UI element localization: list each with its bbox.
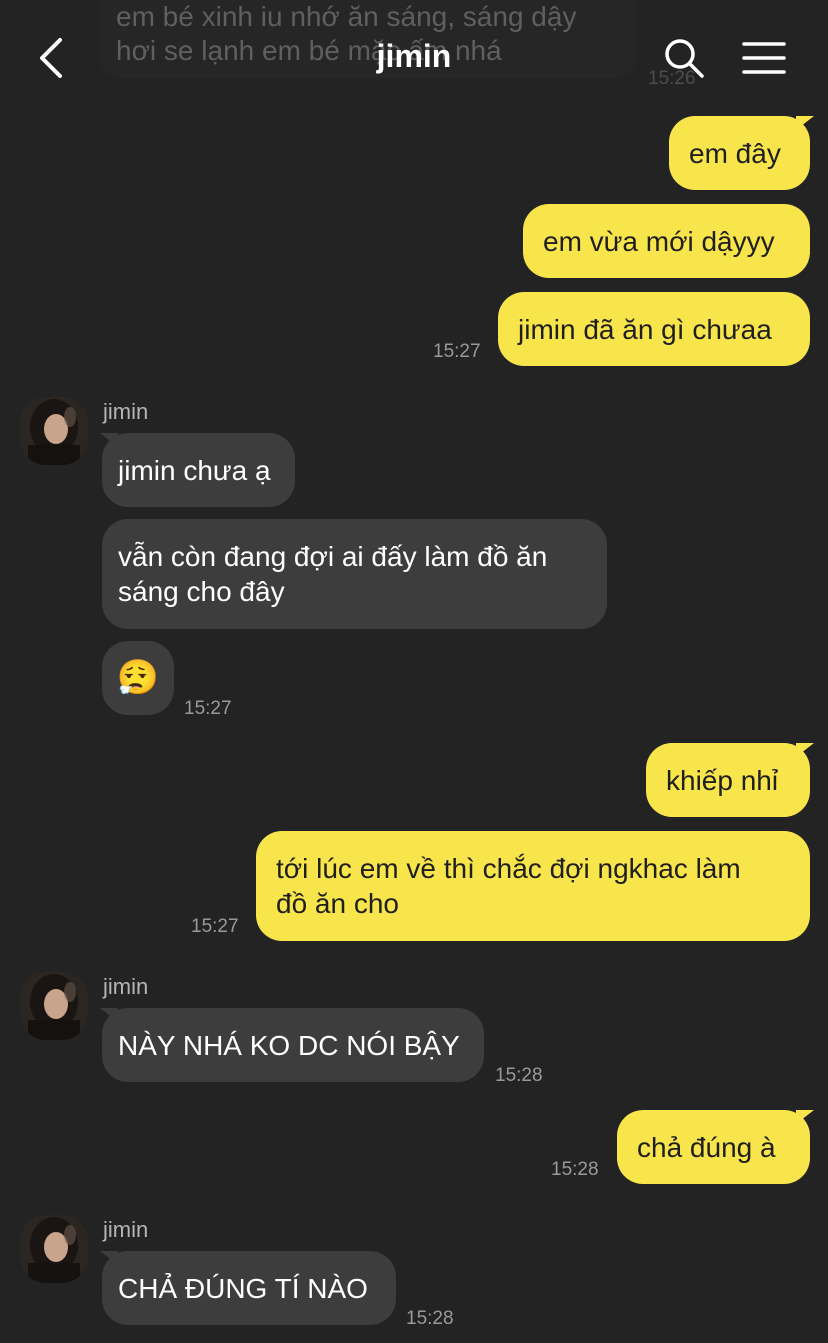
message-time: 15:27 (433, 341, 481, 362)
message-text: em vừa mới dậyyy (543, 225, 775, 257)
sender-name: jimin (103, 1217, 149, 1242)
profile-photo (20, 397, 88, 465)
sender-name: jimin (103, 974, 149, 999)
incoming-message[interactable]: CHẢ ĐÚNG TÍ NÀO (102, 1251, 396, 1325)
search-icon (665, 39, 704, 78)
menu-button[interactable] (742, 40, 786, 76)
message-time: 15:27 (184, 698, 232, 719)
message-time: 15:28 (495, 1065, 543, 1086)
message-text: tới lúc em về thì chắc đợi ngkhac làm đồ… (276, 853, 741, 919)
incoming-message[interactable]: NÀY NHÁ KO DC NÓI BẬY (102, 1008, 484, 1082)
message-text: CHẢ ĐÚNG TÍ NÀO (118, 1272, 368, 1304)
hamburger-menu-icon (742, 42, 786, 74)
bubble-tail (796, 743, 814, 757)
message-text: em đây (689, 137, 781, 169)
message-text: jimin đã ăn gì chưaa (518, 313, 772, 345)
avatar[interactable] (20, 972, 88, 1040)
message-text: jimin chưa ạ (118, 454, 271, 486)
outgoing-message[interactable]: em đây (669, 116, 810, 190)
outgoing-message[interactable]: chả đúng à (617, 1110, 810, 1184)
message-text: khiếp nhỉ (666, 764, 779, 796)
message-time: 15:28 (406, 1308, 454, 1329)
sender-name: jimin (103, 399, 149, 424)
outgoing-message[interactable]: khiếp nhỉ (646, 743, 810, 817)
message-text: chả đúng à (637, 1131, 776, 1163)
face-exhaling-emoji: 😮‍💨 (116, 658, 160, 697)
search-button[interactable] (662, 36, 706, 80)
avatar[interactable] (20, 397, 88, 465)
profile-photo (20, 972, 88, 1040)
message-time: 15:28 (551, 1159, 599, 1180)
message-time: 15:27 (191, 916, 239, 937)
incoming-message[interactable]: vẫn còn đang đợi ai đấy làm đồ ăn sáng c… (102, 519, 607, 629)
avatar[interactable] (20, 1215, 88, 1283)
bubble-tail (796, 1110, 814, 1124)
profile-photo (20, 1215, 88, 1283)
message-text: vẫn còn đang đợi ai đấy làm đồ ăn sáng c… (118, 541, 548, 607)
incoming-emoji-message[interactable]: 😮‍💨 (102, 641, 174, 715)
outgoing-message[interactable]: em vừa mới dậyyy (523, 204, 810, 278)
incoming-message[interactable]: jimin chưa ạ (102, 433, 295, 507)
outgoing-message[interactable]: tới lúc em về thì chắc đợi ngkhac làm đồ… (256, 831, 810, 941)
outgoing-message[interactable]: jimin đã ăn gì chưaa (498, 292, 810, 366)
chat-header: jimin (0, 0, 828, 116)
message-text: NÀY NHÁ KO DC NÓI BẬY (118, 1029, 460, 1061)
bubble-tail (796, 116, 814, 130)
